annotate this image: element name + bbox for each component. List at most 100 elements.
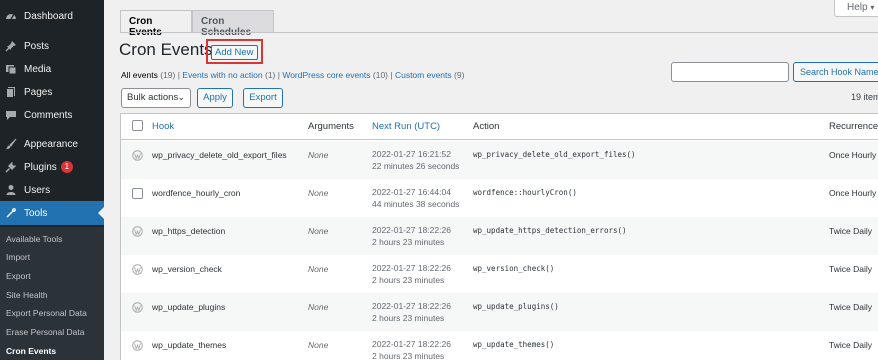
submenu-import[interactable]: Import bbox=[6, 252, 30, 262]
recurrence-value: Once Hourly bbox=[829, 150, 877, 160]
chevron-down-icon: ⌄ bbox=[177, 92, 185, 102]
wordpress-icon bbox=[132, 340, 143, 351]
sidebar-item-label: Dashboard bbox=[24, 10, 73, 22]
sidebar-item-comments[interactable]: Comments bbox=[0, 103, 104, 127]
arguments-value: None bbox=[308, 340, 329, 350]
sidebar-item-plugins[interactable]: Plugins 1 bbox=[0, 155, 104, 179]
wrench-icon bbox=[4, 206, 18, 220]
brush-icon bbox=[4, 137, 18, 151]
media-icon bbox=[4, 62, 18, 76]
sidebar-item-tools[interactable]: Tools bbox=[0, 201, 104, 225]
submenu-export-personal-data[interactable]: Export Personal Data bbox=[6, 308, 87, 318]
help-tab[interactable]: Help ▾ bbox=[834, 0, 878, 17]
user-icon bbox=[4, 183, 18, 197]
sidebar-item-users[interactable]: Users bbox=[0, 178, 104, 202]
sidebar-item-pages[interactable]: Pages bbox=[0, 80, 104, 104]
next-run-relative: 2 hours 23 minutes bbox=[372, 275, 445, 285]
main-content: Help ▾ Cron Events Cron Schedules Cron E… bbox=[104, 0, 878, 360]
hook-name[interactable]: wp_privacy_delete_old_export_files bbox=[152, 150, 287, 160]
wordpress-icon bbox=[132, 264, 143, 275]
submenu-export[interactable]: Export bbox=[6, 271, 31, 281]
recurrence-value: Twice Daily bbox=[829, 340, 872, 350]
filter-no-action[interactable]: Events with no action bbox=[182, 70, 262, 80]
bulk-actions-label: Bulk actions bbox=[127, 92, 179, 103]
sidebar-item-media[interactable]: Media bbox=[0, 57, 104, 81]
column-action: Action bbox=[473, 121, 500, 132]
column-hook[interactable]: Hook bbox=[152, 121, 174, 132]
table-row: wordfence_hourly_cron None 2022-01-27 16:4… bbox=[121, 179, 878, 217]
arguments-value: None bbox=[308, 150, 329, 160]
admin-sidebar: Dashboard Posts Media Pages Comments App… bbox=[0, 0, 104, 360]
sidebar-item-label: Appearance bbox=[24, 138, 78, 150]
update-count-badge: 1 bbox=[60, 161, 73, 173]
hook-name[interactable]: wordfence_hourly_cron bbox=[152, 188, 240, 198]
next-run-date: 2022-01-27 16:44:04 bbox=[372, 187, 451, 197]
column-next-run[interactable]: Next Run (UTC) bbox=[372, 121, 440, 132]
filter-custom-events[interactable]: Custom events bbox=[395, 70, 452, 80]
sidebar-item-posts[interactable]: Posts bbox=[0, 34, 104, 58]
export-button[interactable]: Export bbox=[243, 88, 283, 108]
hook-name[interactable]: wp_update_themes bbox=[152, 340, 226, 350]
apply-button[interactable]: Apply bbox=[197, 88, 233, 108]
table-row: wp_privacy_delete_old_export_files None 20… bbox=[121, 141, 878, 179]
action-callback: wordfence::hourlyCron() bbox=[473, 188, 577, 197]
recurrence-value: Twice Daily bbox=[829, 264, 872, 274]
tab-cron-events[interactable]: Cron Events bbox=[120, 10, 192, 38]
row-checkbox[interactable] bbox=[132, 188, 143, 199]
sidebar-item-label: Tools bbox=[24, 207, 48, 219]
sidebar-item-label: Pages bbox=[24, 86, 53, 98]
tab-cron-schedules[interactable]: Cron Schedules bbox=[192, 10, 274, 38]
submenu-erase-personal-data[interactable]: Erase Personal Data bbox=[6, 327, 84, 337]
wordpress-icon bbox=[132, 226, 143, 237]
next-run-date: 2022-01-27 16:21:52 bbox=[372, 149, 451, 159]
filter-all-events[interactable]: All events bbox=[121, 70, 158, 80]
tools-submenu: Available Tools Import Export Site Healt… bbox=[0, 227, 104, 360]
filter-core-events[interactable]: WordPress core events bbox=[282, 70, 370, 80]
hook-name[interactable]: wp_version_check bbox=[152, 264, 222, 274]
recurrence-value: Twice Daily bbox=[829, 302, 872, 312]
filter-count: (9) bbox=[454, 70, 465, 80]
filter-count: (19) bbox=[160, 70, 176, 80]
bulk-actions-select[interactable]: Bulk actions ⌄ bbox=[121, 88, 191, 108]
table-row: wp_update_themes None 2022-01-27 18:22:26 2… bbox=[121, 331, 878, 360]
page-title: Cron Events bbox=[119, 40, 213, 59]
action-callback: wp_privacy_delete_old_export_files() bbox=[473, 150, 636, 159]
tab-divider bbox=[120, 32, 878, 33]
search-input[interactable] bbox=[671, 62, 789, 82]
hook-name[interactable]: wp_update_plugins bbox=[152, 302, 225, 312]
table-row: wp_update_plugins None 2022-01-27 18:22:26… bbox=[121, 293, 878, 331]
next-run-relative: 44 minutes 38 seconds bbox=[372, 199, 460, 209]
cron-events-table: Hook Arguments Next Run (UTC) Action Rec… bbox=[120, 113, 878, 360]
chevron-down-icon: ▾ bbox=[870, 3, 875, 12]
submenu-cron-events[interactable]: Cron Events bbox=[6, 346, 56, 356]
submenu-site-health[interactable]: Site Health bbox=[6, 290, 48, 300]
next-run-relative: 2 hours 23 minutes bbox=[372, 237, 445, 247]
action-callback: wp_update_plugins() bbox=[473, 302, 559, 311]
dashboard-icon bbox=[4, 9, 18, 23]
sidebar-item-label: Plugins bbox=[24, 161, 57, 173]
header-divider bbox=[121, 139, 878, 140]
submenu-available-tools[interactable]: Available Tools bbox=[6, 234, 62, 244]
next-run-relative: 22 minutes 26 seconds bbox=[372, 161, 460, 171]
next-run-date: 2022-01-27 18:22:26 bbox=[372, 301, 451, 311]
hook-name[interactable]: wp_https_detection bbox=[152, 226, 225, 236]
arguments-value: None bbox=[308, 264, 329, 274]
column-recurrence: Recurrence bbox=[829, 121, 878, 132]
action-callback: wp_update_https_detection_errors() bbox=[473, 226, 627, 235]
column-arguments: Arguments bbox=[308, 121, 354, 132]
next-run-date: 2022-01-27 18:22:26 bbox=[372, 339, 451, 349]
action-callback: wp_version_check() bbox=[473, 264, 555, 273]
add-new-button[interactable]: Add New bbox=[211, 45, 258, 60]
sidebar-item-label: Media bbox=[24, 63, 52, 75]
pin-icon bbox=[4, 39, 18, 53]
event-filters: All events (19) | Events with no action … bbox=[121, 70, 465, 80]
sidebar-item-label: Posts bbox=[24, 40, 50, 52]
sidebar-item-appearance[interactable]: Appearance bbox=[0, 132, 104, 156]
arguments-value: None bbox=[308, 226, 329, 236]
next-run-relative: 2 hours 23 minutes bbox=[372, 313, 445, 323]
sidebar-item-label: Users bbox=[24, 184, 51, 196]
next-run-date: 2022-01-27 18:22:26 bbox=[372, 225, 451, 235]
select-all-checkbox[interactable] bbox=[132, 120, 143, 131]
search-button[interactable]: Search Hook Names bbox=[793, 62, 878, 82]
sidebar-item-dashboard[interactable]: Dashboard bbox=[0, 4, 104, 28]
